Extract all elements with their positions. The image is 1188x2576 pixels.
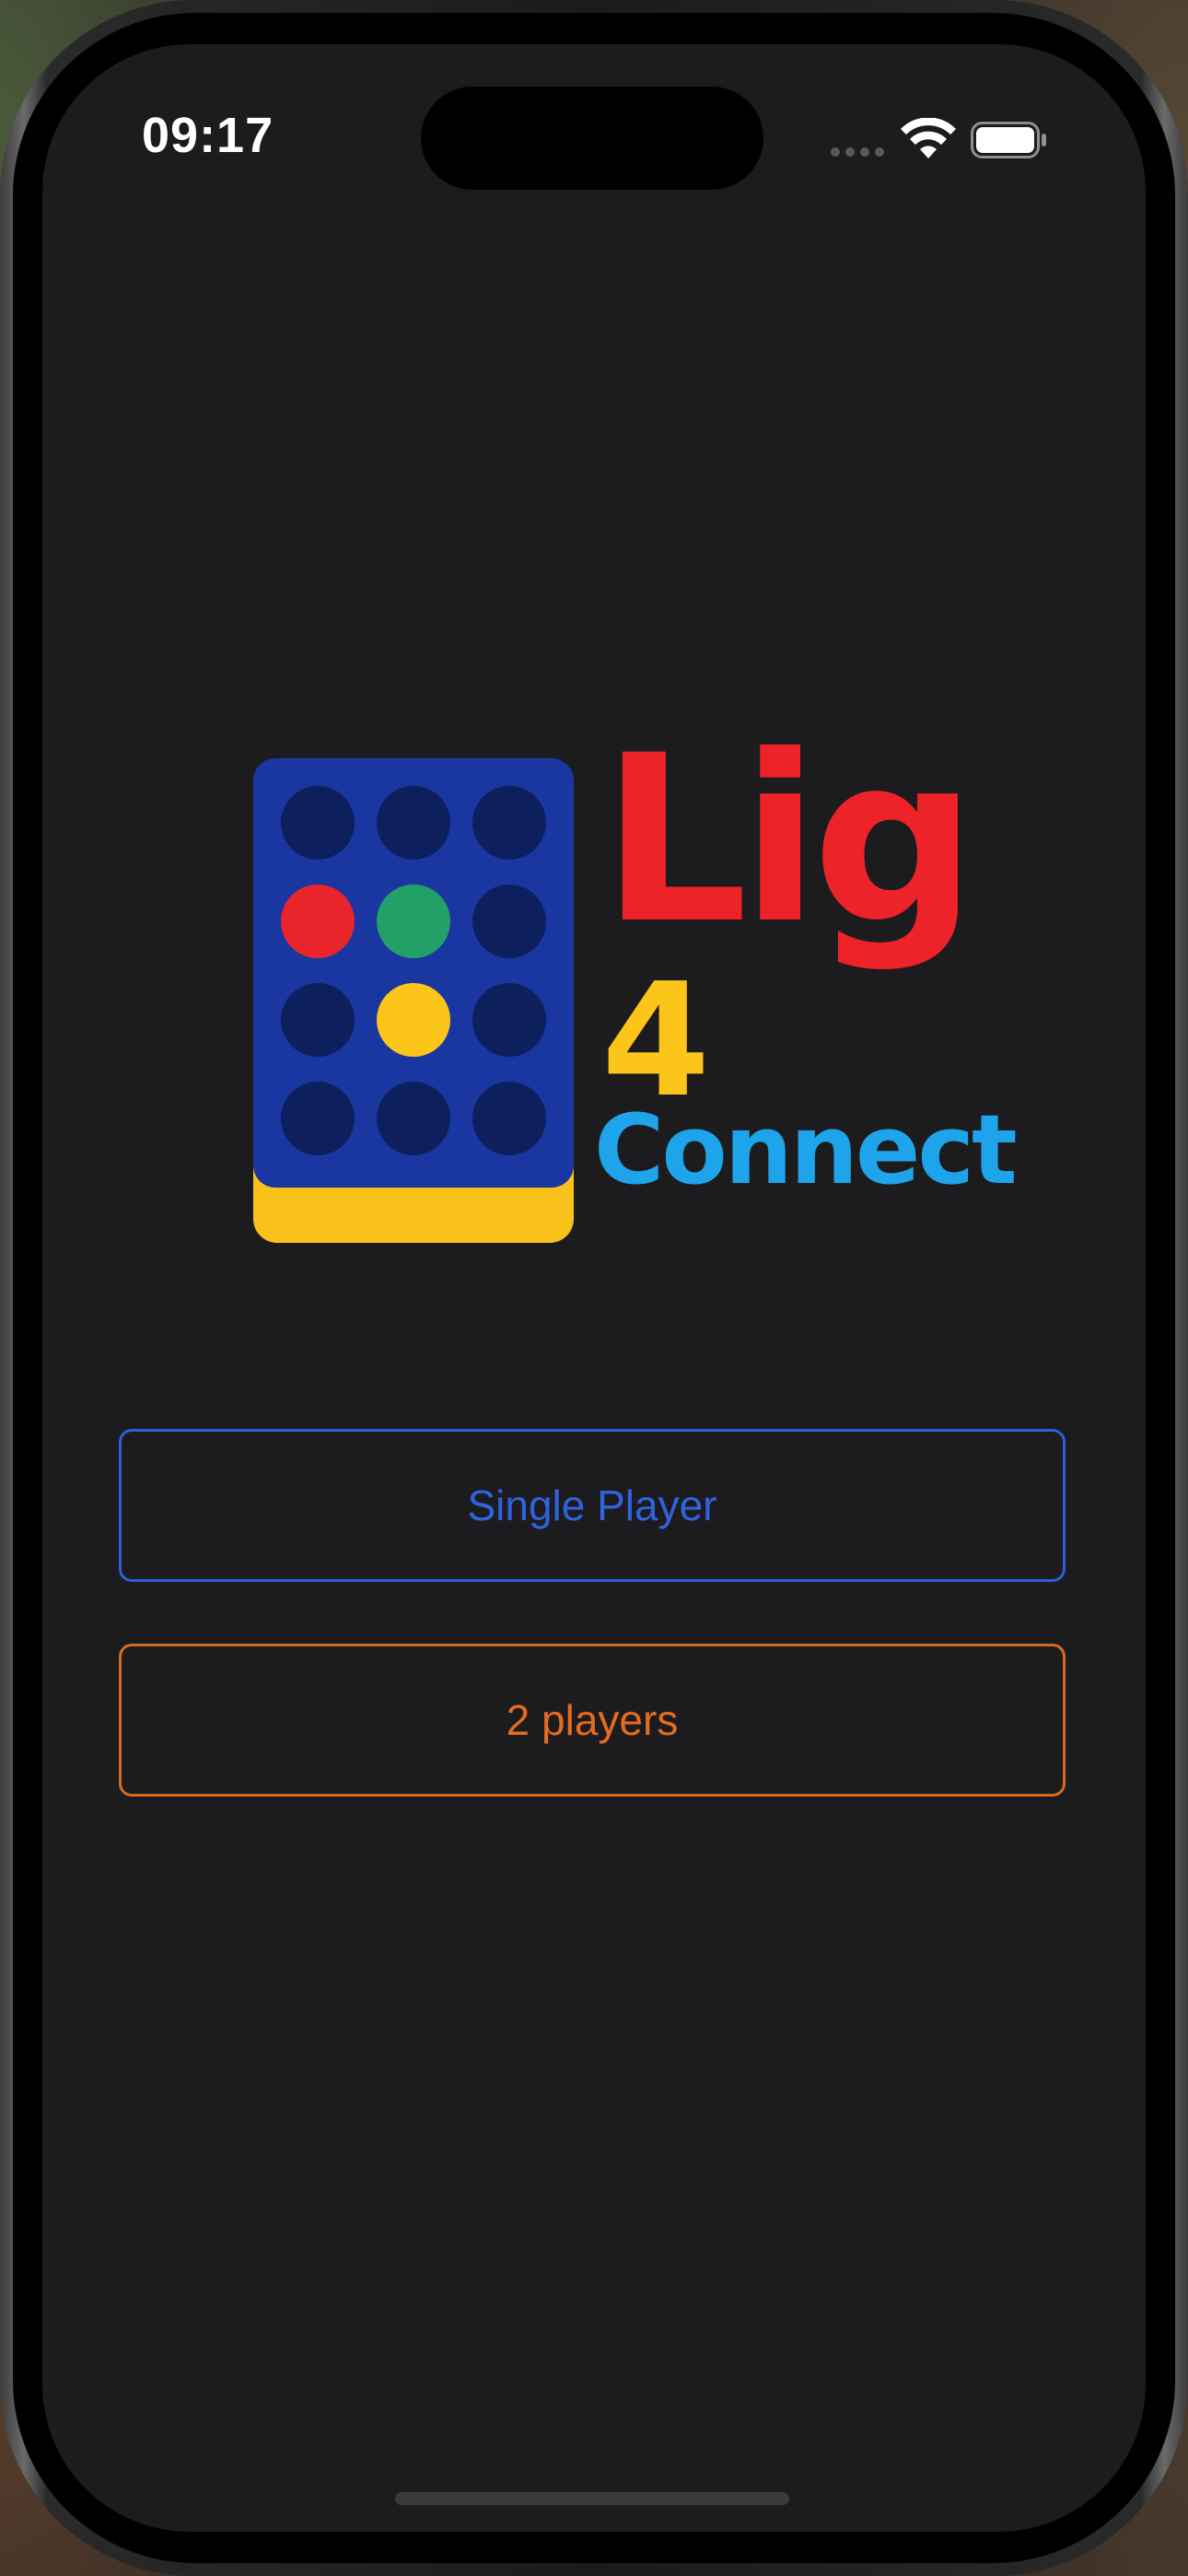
dynamic-island [421,87,763,190]
logo-board [253,758,574,1188]
app-logo: Lig 4 Connect [253,725,1018,1243]
single-player-button[interactable]: Single Player [119,1429,1066,1582]
logo-hole [472,884,546,958]
logo-hole [281,983,355,1057]
logo-hole [472,786,546,860]
logo-green-disc [377,884,450,958]
logo-hole [377,786,450,860]
app-screen [42,44,1146,2532]
logo-hole [472,983,546,1057]
logo-text-connect: Connect [594,1094,1018,1206]
two-players-button[interactable]: 2 players [119,1644,1066,1797]
logo-hole [377,1082,450,1155]
home-indicator[interactable] [395,2492,789,2505]
cellular-signal-icon [831,147,886,157]
logo-yellow-disc [377,983,450,1057]
logo-hole [472,1082,546,1155]
battery-icon [971,122,1046,158]
logo-red-disc [281,884,355,958]
logo-text-lig: Lig [601,706,977,974]
status-bar-time: 09:17 [142,108,274,163]
wifi-icon [901,118,956,158]
logo-hole [281,786,355,860]
logo-hole [281,1082,355,1155]
